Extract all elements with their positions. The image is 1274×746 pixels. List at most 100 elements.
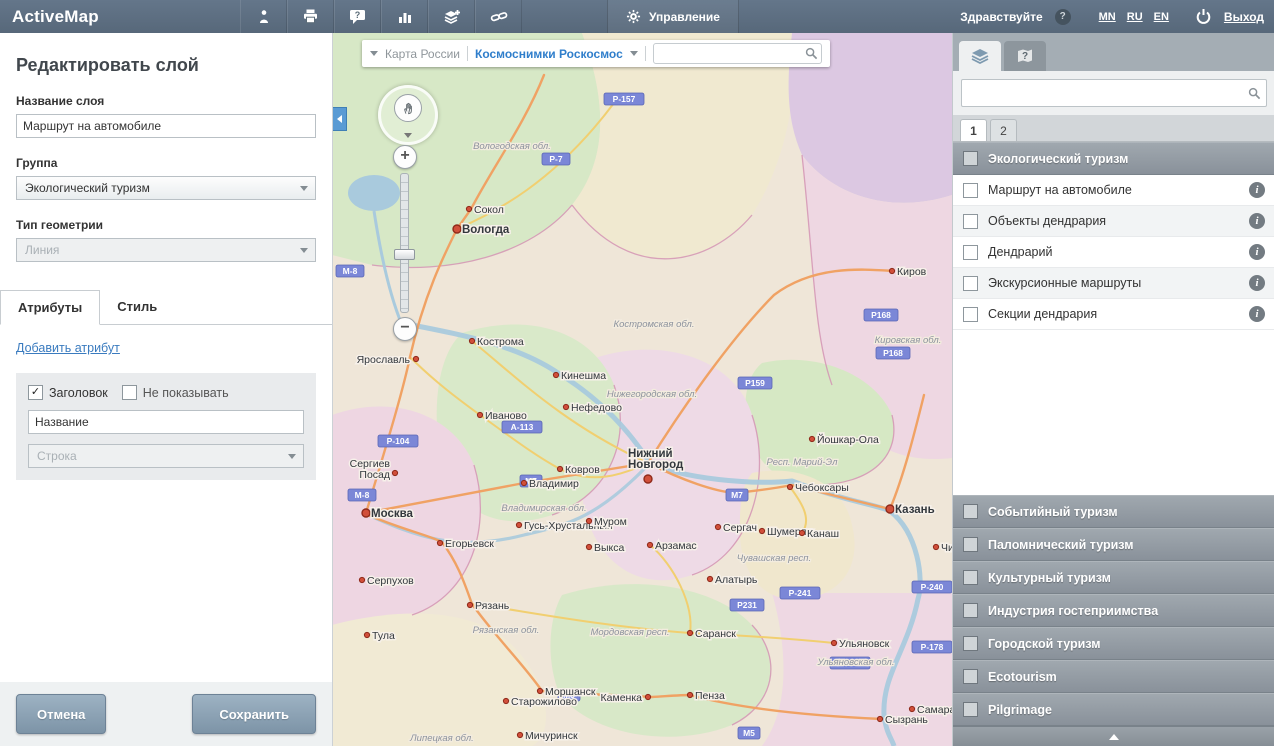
lang-en[interactable]: EN <box>1154 11 1169 23</box>
svg-text:Рязань: Рязань <box>475 600 510 612</box>
tab-style[interactable]: Стиль <box>100 290 174 324</box>
overlay-layer-selector[interactable]: Космоснимки Роскосмос <box>475 47 623 61</box>
lang-mn[interactable]: MN <box>1099 11 1116 23</box>
group-select[interactable]: Экологический туризм <box>16 176 316 200</box>
tab-legend[interactable]: ? <box>1004 41 1046 71</box>
layer-checkbox[interactable] <box>963 214 978 229</box>
city-marker: Алатырь <box>707 574 758 586</box>
svg-text:Йошкар-Ола: Йошкар-Ола <box>817 433 879 446</box>
chart-icon[interactable] <box>381 0 428 33</box>
chevron-down-icon[interactable] <box>630 51 638 56</box>
region-label: Ульяновская обл. <box>816 657 894 668</box>
attribute-name-input[interactable] <box>28 410 304 434</box>
layer-row[interactable]: Объекты дендрария <box>953 206 1274 237</box>
layer-row[interactable]: Экскурсионные маршруты <box>953 268 1274 299</box>
svg-text:Р-240: Р-240 <box>921 582 944 592</box>
search-icon[interactable] <box>1248 87 1261 100</box>
layer-checkbox[interactable] <box>963 183 978 198</box>
cancel-button[interactable]: Отмена <box>16 694 106 734</box>
city-marker: Чебоксары <box>787 482 848 494</box>
layer-row[interactable]: Секции дендрария <box>953 299 1274 330</box>
layer-checkbox[interactable] <box>963 307 978 322</box>
layer-group-header[interactable]: Pilgrimage <box>953 693 1274 726</box>
pan-down-icon[interactable] <box>404 133 412 138</box>
title-checkbox[interactable] <box>28 385 43 400</box>
link-icon[interactable] <box>475 0 522 33</box>
layer-group-header[interactable]: Экологический туризм <box>953 142 1274 175</box>
print-icon[interactable] <box>287 0 334 33</box>
layer-group-header[interactable]: Городской туризм <box>953 627 1274 660</box>
layers-search-input[interactable] <box>967 79 1248 107</box>
tab-layers[interactable] <box>959 41 1001 71</box>
hide-checkbox[interactable] <box>122 385 137 400</box>
layer-checkbox[interactable] <box>963 245 978 260</box>
page-tab-1[interactable]: 1 <box>960 119 987 141</box>
user-icon[interactable] <box>240 0 287 33</box>
zoom-slider-handle[interactable] <box>394 249 415 260</box>
svg-text:Муром: Муром <box>594 516 627 528</box>
layer-info-icon[interactable] <box>1249 306 1265 322</box>
group-checkbox[interactable] <box>963 669 978 684</box>
edit-layer-panel: Редактировать слой Название слоя Группа … <box>0 33 333 746</box>
help-icon[interactable]: ? <box>1055 9 1071 25</box>
report-icon[interactable]: ? <box>334 0 381 33</box>
pan-control[interactable] <box>378 85 438 145</box>
layers-list-spacer <box>953 330 1274 495</box>
region-label: Вологодская обл. <box>473 141 551 152</box>
layers-search <box>961 79 1267 107</box>
map-canvas[interactable]: Р-157Р-7М-8Р168Р168Р159А-113Р-104М7М7М-8… <box>332 33 952 746</box>
layer-group-header[interactable]: Культурный туризм <box>953 561 1274 594</box>
layer-info-icon[interactable] <box>1249 275 1265 291</box>
layer-info-icon[interactable] <box>1249 213 1265 229</box>
group-checkbox[interactable] <box>963 636 978 651</box>
group-checkbox[interactable] <box>963 504 978 519</box>
zoom-out-button[interactable] <box>393 317 417 341</box>
chevron-down-icon[interactable] <box>370 51 378 56</box>
group-checkbox[interactable] <box>963 537 978 552</box>
layer-info-icon[interactable] <box>1249 182 1265 198</box>
svg-text:Выкса: Выкса <box>594 542 625 554</box>
group-label: Культурный туризм <box>988 571 1111 585</box>
group-checkbox[interactable] <box>963 702 978 717</box>
tab-attributes[interactable]: Атрибуты <box>0 290 100 325</box>
save-button[interactable]: Сохранить <box>192 694 316 734</box>
pan-hand-icon[interactable] <box>394 94 422 122</box>
attribute-type-value: Строка <box>37 449 77 463</box>
zoom-in-button[interactable] <box>393 145 417 169</box>
city-marker: Серпухов <box>359 575 414 587</box>
page-tab-2[interactable]: 2 <box>990 119 1017 141</box>
svg-text:Сокол: Сокол <box>474 204 504 216</box>
panel-collapse-handle[interactable] <box>332 107 347 131</box>
add-layer-icon[interactable] <box>428 0 475 33</box>
city-marker: Мичуринск <box>517 730 578 742</box>
collapse-panel-button[interactable] <box>953 726 1274 746</box>
logout-link[interactable]: Выход <box>1224 10 1264 24</box>
hide-checkbox-label[interactable]: Не показывать <box>143 386 229 400</box>
city-marker: Арзамас <box>647 540 696 552</box>
group-checkbox[interactable] <box>963 151 978 166</box>
layer-row[interactable]: Маршрут на автомобиле <box>953 175 1274 206</box>
layer-info-icon[interactable] <box>1249 244 1265 260</box>
add-attribute-link[interactable]: Добавить атрибут <box>16 341 120 355</box>
road-badge: Р-240 <box>912 581 952 593</box>
map-search <box>653 43 822 64</box>
base-layer-selector[interactable]: Карта России <box>385 47 460 61</box>
layer-checkbox[interactable] <box>963 276 978 291</box>
title-checkbox-label[interactable]: Заголовок <box>49 386 108 400</box>
lang-ru[interactable]: RU <box>1127 11 1143 23</box>
map-svg: Р-157Р-7М-8Р168Р168Р159А-113Р-104М7М7М-8… <box>332 33 952 746</box>
map-search-input[interactable] <box>658 43 805 64</box>
layer-group-header[interactable]: Паломнический туризм <box>953 528 1274 561</box>
search-icon[interactable] <box>805 47 818 60</box>
geometry-type-label: Тип геометрии <box>16 218 316 232</box>
zoom-slider-track[interactable] <box>400 173 409 313</box>
layer-group-header[interactable]: Событийный туризм <box>953 495 1274 528</box>
management-button[interactable]: Управление <box>607 0 739 33</box>
group-checkbox[interactable] <box>963 603 978 618</box>
layer-group-header[interactable]: Индустрия гостеприимства <box>953 594 1274 627</box>
layer-name-input[interactable] <box>16 114 316 138</box>
group-checkbox[interactable] <box>963 570 978 585</box>
svg-text:Самара: Самара <box>917 704 952 716</box>
layer-group-header[interactable]: Ecotourism <box>953 660 1274 693</box>
layer-row[interactable]: Дендрарий <box>953 237 1274 268</box>
